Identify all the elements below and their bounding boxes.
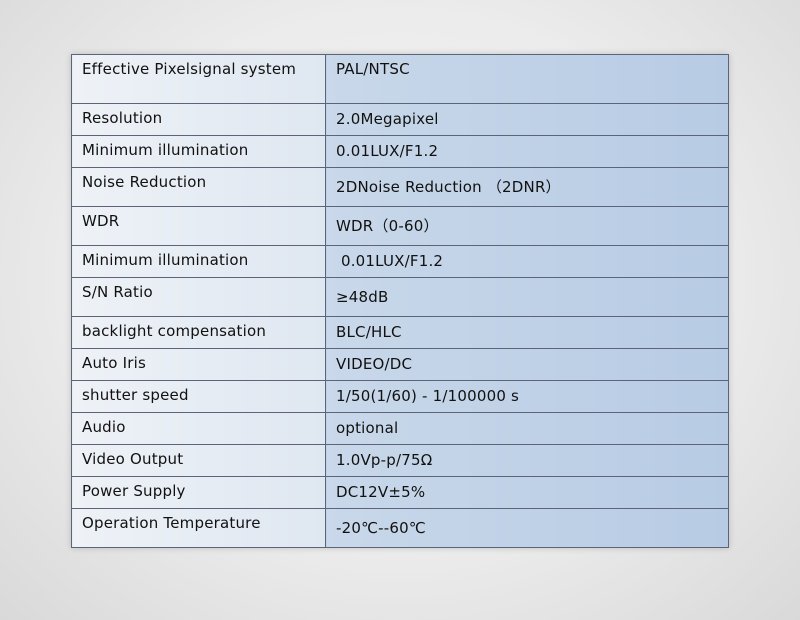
- table-row: Minimum illumination 0.01LUX/F1.2: [71, 135, 729, 168]
- spec-label: S/N Ratio: [71, 277, 326, 317]
- spec-label: Minimum illumination: [71, 245, 326, 278]
- spec-value: optional: [325, 412, 729, 445]
- spec-label: Video Output: [71, 444, 326, 477]
- spec-label: Audio: [71, 412, 326, 445]
- table-row: Audio optional: [71, 412, 729, 445]
- spec-value: ≥48dB: [325, 277, 729, 317]
- spec-value: DC12V±5%: [325, 476, 729, 509]
- spec-value: BLC/HLC: [325, 316, 729, 349]
- table-row: Minimum illumination 0.01LUX/F1.2: [71, 245, 729, 278]
- table-row: backlight compensation BLC/HLC: [71, 316, 729, 349]
- table-row: Noise Reduction 2DNoise Reduction （2DNR）: [71, 167, 729, 207]
- table-row: Resolution 2.0Megapixel: [71, 103, 729, 136]
- spec-value: -20℃--60℃: [325, 508, 729, 548]
- spec-label: Operation Temperature: [71, 508, 326, 548]
- table-row: Video Output 1.0Vp-p/75Ω: [71, 444, 729, 477]
- table-row: Power Supply DC12V±5%: [71, 476, 729, 509]
- spec-label: Power Supply: [71, 476, 326, 509]
- spec-value: 2DNoise Reduction （2DNR）: [325, 167, 729, 207]
- spec-label: Resolution: [71, 103, 326, 136]
- table-row: Operation Temperature -20℃--60℃: [71, 508, 729, 548]
- spec-table: Effective Pixelsignal system PAL/NTSC Re…: [71, 54, 729, 548]
- spec-value: 1/50(1/60) - 1/100000 s: [325, 380, 729, 413]
- table-row: S/N Ratio ≥48dB: [71, 277, 729, 317]
- spec-label: Effective Pixelsignal system: [71, 54, 326, 104]
- spec-value: WDR（0-60）: [325, 206, 729, 246]
- spec-value: 1.0Vp-p/75Ω: [325, 444, 729, 477]
- spec-value: 0.01LUX/F1.2: [325, 135, 729, 168]
- table-row: shutter speed 1/50(1/60) - 1/100000 s: [71, 380, 729, 413]
- spec-label: Minimum illumination: [71, 135, 326, 168]
- table-row: WDR WDR（0-60）: [71, 206, 729, 246]
- spec-label: Auto Iris: [71, 348, 326, 381]
- spec-value: 2.0Megapixel: [325, 103, 729, 136]
- table-row: Auto Iris VIDEO/DC: [71, 348, 729, 381]
- spec-label: Noise Reduction: [71, 167, 326, 207]
- spec-label: backlight compensation: [71, 316, 326, 349]
- spec-value: 0.01LUX/F1.2: [325, 245, 729, 278]
- spec-label: WDR: [71, 206, 326, 246]
- spec-value: PAL/NTSC: [325, 54, 729, 104]
- table-row: Effective Pixelsignal system PAL/NTSC: [71, 54, 729, 104]
- spec-value: VIDEO/DC: [325, 348, 729, 381]
- spec-label: shutter speed: [71, 380, 326, 413]
